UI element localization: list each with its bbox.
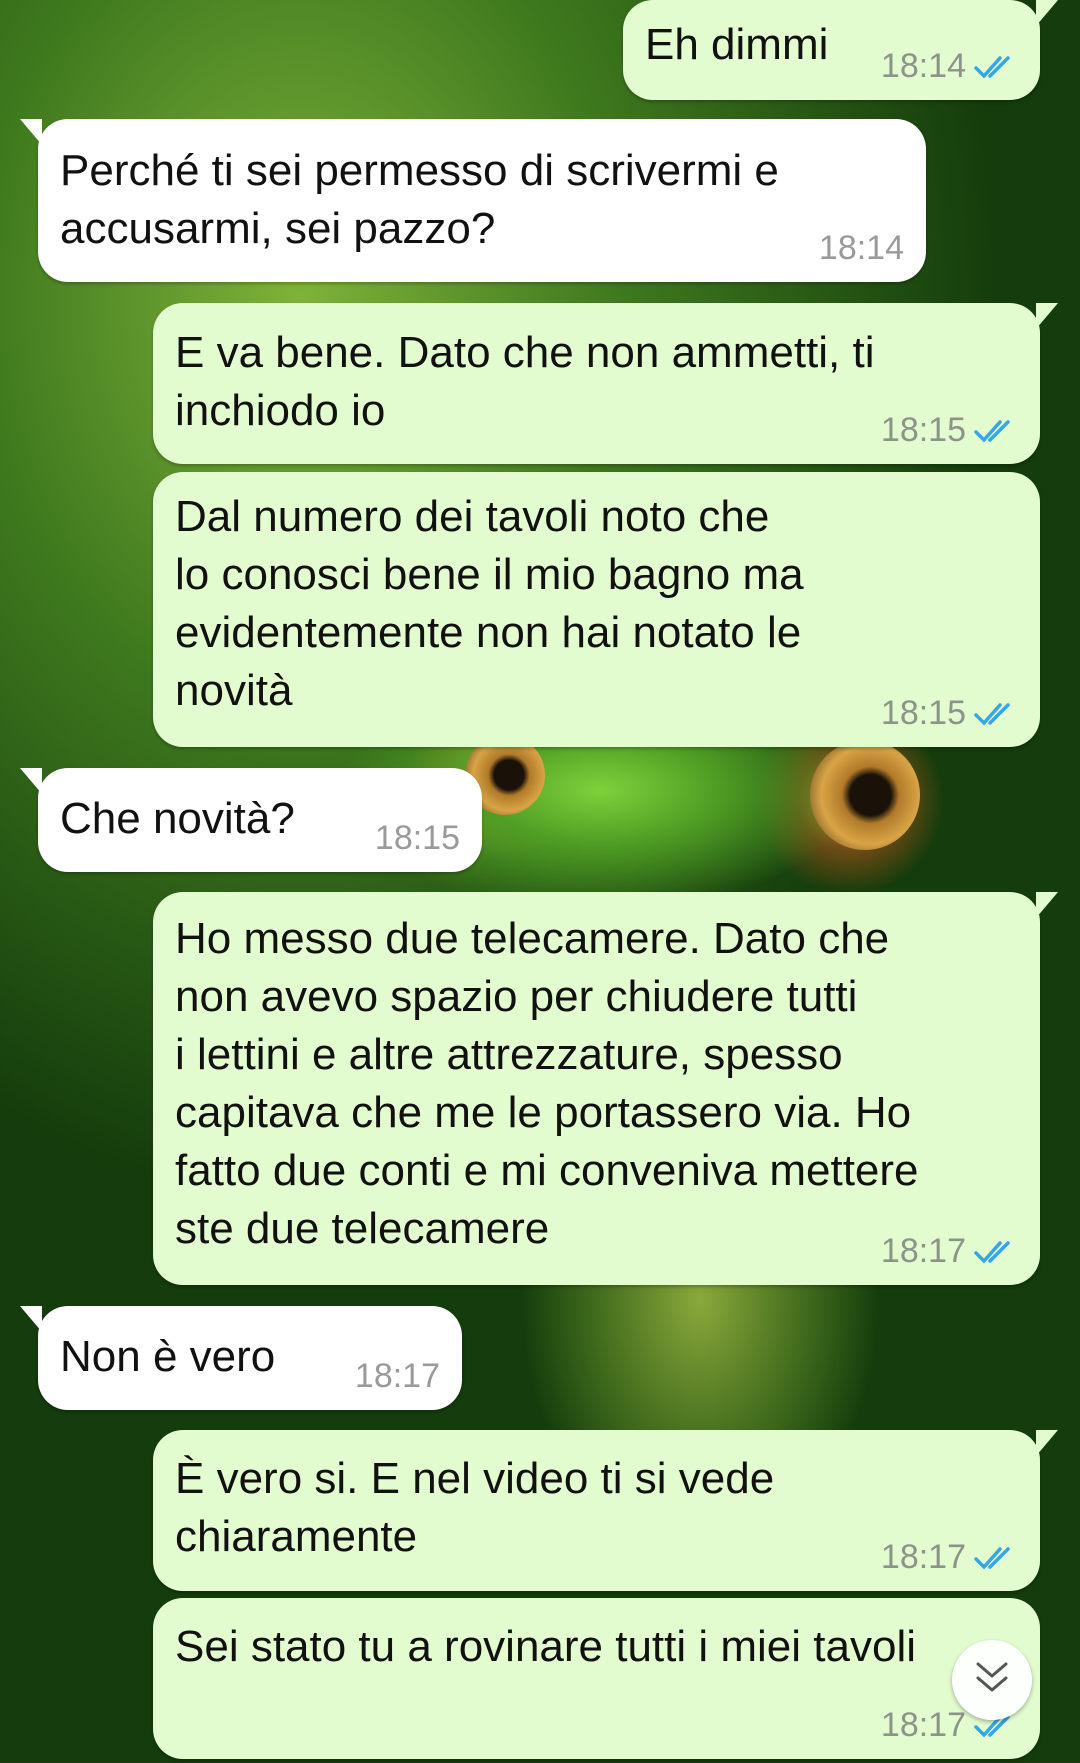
message-meta: 18:15: [881, 694, 1018, 733]
scroll-to-bottom-button[interactable]: [952, 1640, 1032, 1720]
message-bubble-outgoing[interactable]: Ho messo due telecamere. Dato che non av…: [153, 892, 1058, 1285]
message-text: Dal numero dei tavoli noto che lo conosc…: [175, 492, 804, 715]
message-bubble-outgoing[interactable]: Sei stato tu a rovinare tutti i miei tav…: [153, 1598, 1040, 1759]
message-text: Sei stato tu a rovinare tutti i miei tav…: [175, 1622, 916, 1671]
message-time: 18:15: [374, 819, 460, 857]
message-meta: 18:17: [355, 1357, 440, 1396]
message-meta: 18:17: [881, 1538, 1018, 1577]
message-text: Ho messo due telecamere. Dato che non av…: [175, 914, 919, 1253]
message-meta: 18:17: [881, 1232, 1018, 1271]
message-bubble-outgoing[interactable]: Eh dimmi 18:14: [623, 0, 1058, 100]
double-check-icon: [974, 701, 1018, 727]
message-bubble-outgoing[interactable]: E va bene. Dato che non ammetti, ti inch…: [153, 303, 1058, 464]
message-bubble-incoming[interactable]: Che novità? 18:15: [20, 768, 482, 872]
message-time: 18:14: [818, 229, 904, 267]
message-bubble-incoming[interactable]: Perché ti sei permesso di scrivermi e ac…: [20, 119, 926, 282]
double-check-icon: [974, 1239, 1018, 1265]
double-check-icon: [974, 418, 1018, 444]
message-time: 18:15: [880, 694, 966, 732]
chevron-double-down-icon: [972, 1660, 1012, 1701]
message-time: 18:17: [880, 1232, 966, 1270]
message-meta: 18:15: [375, 819, 460, 858]
message-time: 18:17: [880, 1706, 966, 1744]
message-time: 18:15: [880, 411, 966, 449]
message-meta: 18:14: [881, 47, 1018, 86]
message-time: 18:17: [880, 1538, 966, 1576]
message-text: Perché ti sei permesso di scrivermi e ac…: [60, 146, 779, 253]
message-bubble-incoming[interactable]: Non è vero 18:17: [20, 1306, 462, 1410]
message-bubble-outgoing[interactable]: Dal numero dei tavoli noto che lo conosc…: [153, 472, 1040, 747]
message-meta: 18:14: [819, 229, 904, 268]
double-check-icon: [974, 54, 1018, 80]
message-time: 18:14: [880, 47, 966, 85]
message-bubble-outgoing[interactable]: È vero si. E nel video ti si vede chiara…: [153, 1430, 1058, 1591]
message-list: Eh dimmi 18:14 Perché ti sei permesso di…: [0, 0, 1080, 1763]
message-meta: 18:15: [881, 411, 1018, 450]
message-time: 18:17: [354, 1357, 440, 1395]
double-check-icon: [974, 1545, 1018, 1571]
